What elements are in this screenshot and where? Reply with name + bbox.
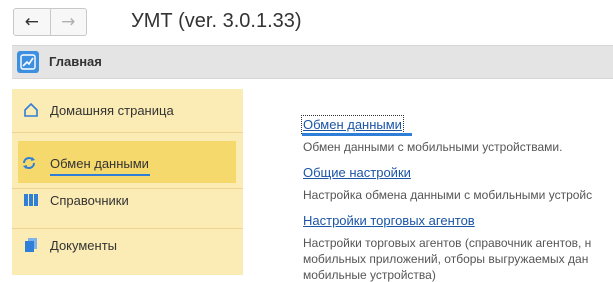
- sidebar-item-home[interactable]: Домашняя страница: [12, 91, 243, 127]
- sidebar-item-label: Документы: [50, 238, 118, 253]
- active-underline: [50, 174, 150, 176]
- sidebar-item-label: Обмен данными: [50, 156, 149, 171]
- link-description: Настройка обмена данными с мобильными ус…: [303, 188, 593, 202]
- back-button[interactable]: ←: [14, 9, 50, 35]
- sidebar-item-label: Домашняя страница: [50, 103, 174, 118]
- home-icon: [24, 102, 38, 117]
- sync-icon: [23, 157, 35, 169]
- link-description-line: мобильных приложений, отборы выгружаемых…: [303, 252, 589, 266]
- link-description-line: Настройки торговых агентов (справочник а…: [303, 236, 592, 250]
- link-focus-underline: [302, 133, 412, 136]
- nav-buttons: ← →: [13, 8, 87, 36]
- arrow-right-icon: →: [61, 12, 76, 32]
- sidebar: Домашняя страница Обмен данными Справочн…: [12, 89, 243, 275]
- chart-icon: [17, 51, 39, 73]
- sidebar-item-catalogs[interactable]: Справочники: [12, 181, 243, 217]
- divider: [12, 132, 243, 133]
- documents-icon: [25, 238, 37, 252]
- sidebar-item-exchange[interactable]: Обмен данными: [18, 141, 236, 183]
- main-content: Обмен данными Обмен данными с мобильными…: [243, 89, 613, 282]
- forward-button[interactable]: →: [49, 9, 87, 35]
- section-title: Главная: [49, 54, 102, 69]
- link-data-exchange[interactable]: Обмен данными: [301, 115, 404, 134]
- section-bar: Главная: [12, 45, 613, 79]
- catalog-icon: [24, 194, 38, 206]
- sidebar-item-label: Справочники: [50, 193, 129, 208]
- window-titlebar: ← → УМТ (ver. 3.0.1.33): [0, 0, 613, 42]
- window-title: УМТ (ver. 3.0.1.33): [131, 10, 302, 32]
- link-general-settings[interactable]: Общие настройки: [303, 165, 411, 180]
- sidebar-item-documents[interactable]: Документы: [12, 226, 243, 262]
- link-description-line: мобильные устройства): [303, 268, 436, 282]
- arrow-left-icon: ←: [24, 12, 39, 32]
- link-description: Обмен данными с мобильными устройствами.: [303, 140, 563, 154]
- link-agent-settings[interactable]: Настройки торговых агентов: [303, 213, 475, 228]
